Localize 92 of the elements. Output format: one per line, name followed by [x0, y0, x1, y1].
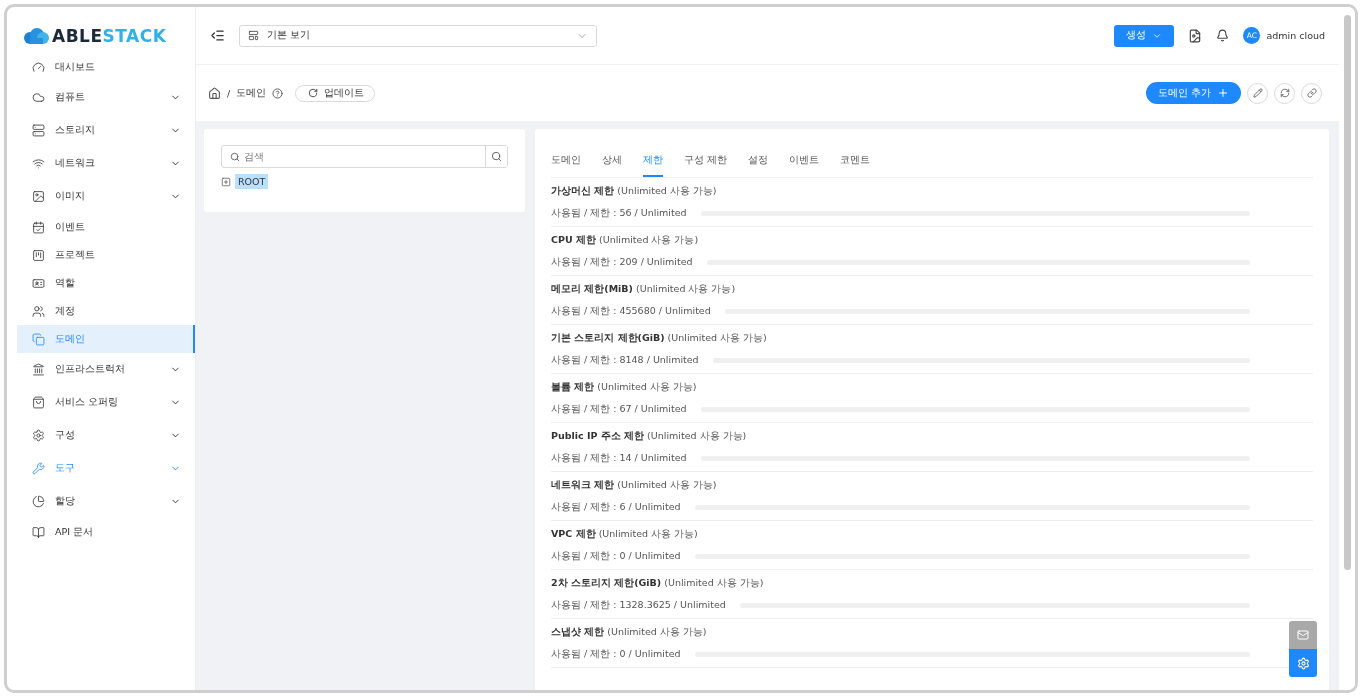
id-card-icon — [32, 276, 45, 290]
user-name[interactable]: admin cloud — [1266, 30, 1325, 41]
limit-reading: 사용됨 / 제한 : 0 / Unlimited — [551, 647, 681, 661]
bank-icon — [32, 363, 45, 376]
search-icon — [491, 151, 502, 162]
limit-title: 메모리 제한(MiB) (Unlimited 사용 가능) — [551, 282, 736, 296]
sidebar-item[interactable]: 네트워크 — [17, 147, 195, 180]
limit-title: 가상머신 제한 (Unlimited 사용 가능) — [551, 184, 717, 198]
wifi-icon — [32, 157, 45, 170]
sidebar-item[interactable]: 인프라스트럭처 — [17, 353, 195, 386]
logo-cloud-icon — [23, 28, 49, 44]
tab[interactable]: 구성 제한 — [684, 154, 728, 177]
gauge-icon — [32, 60, 45, 74]
image-file-icon[interactable] — [1188, 28, 1203, 43]
sidebar-item[interactable]: API 문서 — [17, 518, 195, 546]
cloud-icon — [32, 91, 45, 104]
settings-button[interactable] — [1289, 649, 1317, 677]
search-field[interactable]: 검색 — [244, 146, 485, 167]
sidebar-item[interactable]: 대시보드 — [17, 53, 195, 81]
tab[interactable]: 이벤트 — [789, 154, 820, 177]
limit-reading: 사용됨 / 제한 : 1328.3625 / Unlimited — [551, 598, 726, 612]
pencil-icon — [1252, 88, 1263, 98]
sidebar-item[interactable]: 스토리지 — [17, 114, 195, 147]
plus-icon — [1217, 87, 1229, 99]
link-icon — [1306, 88, 1317, 98]
sidebar-item[interactable]: 이미지 — [17, 180, 195, 213]
sidebar-item[interactable]: 서비스 오퍼링 — [17, 386, 195, 419]
logo-text: ABLE — [52, 26, 103, 46]
refresh-icon — [1279, 88, 1290, 98]
mail-button[interactable] — [1289, 621, 1317, 649]
limit-reading: 사용됨 / 제한 : 8148 / Unlimited — [551, 353, 699, 367]
scrollbar-thumb[interactable] — [1343, 15, 1351, 570]
limit-title: CPU 제한 (Unlimited 사용 가능) — [551, 233, 699, 247]
sidebar-item[interactable]: 이벤트 — [17, 213, 195, 241]
limit-reading: 사용됨 / 제한 : 0 / Unlimited — [551, 549, 681, 563]
tab[interactable]: 제한 — [643, 154, 663, 177]
search-box[interactable]: 검색 — [221, 145, 508, 168]
limit-reading: 사용됨 / 제한 : 455680 / Unlimited — [551, 304, 711, 318]
image-icon — [32, 190, 45, 203]
mail-icon — [1297, 629, 1309, 641]
limit-title: 네트워크 제한 (Unlimited 사용 가능) — [551, 478, 717, 492]
breadcrumb-current: 도메인 — [236, 86, 267, 100]
home-icon[interactable] — [208, 86, 221, 100]
limit-title: 스냅샷 제한 (Unlimited 사용 가능) — [551, 625, 707, 639]
refresh-icon — [308, 88, 319, 98]
help-icon[interactable] — [272, 87, 284, 99]
tab[interactable]: 도메인 — [551, 154, 581, 177]
sidebar-item[interactable]: 역할 — [17, 269, 195, 297]
pie-chart-icon — [32, 495, 45, 508]
server-icon — [32, 124, 45, 137]
view-select[interactable]: 기본 보기 — [239, 24, 597, 47]
search-button[interactable] — [485, 146, 507, 167]
copy-icon — [32, 332, 45, 346]
menu-icon[interactable] — [210, 28, 225, 43]
tab[interactable]: 코멘트 — [840, 154, 871, 177]
tree-node[interactable]: ROOT — [235, 174, 269, 189]
tab[interactable]: 설정 — [748, 154, 769, 177]
book-icon — [32, 525, 45, 539]
limit-reading: 사용됨 / 제한 : 67 / Unlimited — [551, 402, 687, 416]
limit-reading: 사용됨 / 제한 : 56 / Unlimited — [551, 206, 687, 220]
limit-title: 볼륨 제한 (Unlimited 사용 가능) — [551, 380, 697, 394]
limit-title: 2차 스토리지 제한(GiB) (Unlimited 사용 가능) — [551, 576, 764, 590]
layout-icon — [248, 30, 259, 41]
breadcrumb-separator: / — [227, 87, 231, 99]
limit-title: VPC 제한 (Unlimited 사용 가능) — [551, 527, 698, 541]
settings-icon — [32, 429, 45, 442]
wrench-icon — [32, 462, 45, 475]
limit-title: Public IP 주소 제한 (Unlimited 사용 가능) — [551, 429, 747, 443]
refresh-button[interactable]: 업데이트 — [295, 84, 376, 102]
limit-reading: 사용됨 / 제한 : 14 / Unlimited — [551, 451, 687, 465]
search-icon — [230, 151, 240, 162]
notification-icon[interactable] — [1216, 29, 1230, 42]
sidebar-item[interactable]: 컴퓨트 — [17, 81, 195, 114]
sidebar-item[interactable]: 프로젝트 — [17, 241, 195, 269]
board-icon — [32, 248, 45, 262]
sidebar-item[interactable]: 도구 — [17, 452, 195, 485]
users-icon — [32, 304, 45, 318]
limit-reading: 사용됨 / 제한 : 6 / Unlimited — [551, 500, 681, 514]
expand-icon[interactable] — [221, 176, 231, 187]
link-button[interactable] — [1301, 82, 1322, 104]
limit-reading: 사용됨 / 제한 : 209 / Unlimited — [551, 255, 693, 269]
sidebar-item[interactable]: 할당 — [17, 485, 195, 518]
sidebar-item[interactable]: 계정 — [17, 297, 195, 325]
sidebar-item[interactable]: 구성 — [17, 419, 195, 452]
limit-title: 기본 스토리지 제한(GiB) (Unlimited 사용 가능) — [551, 331, 767, 345]
logo-text: STACK — [102, 26, 167, 46]
edit-button[interactable] — [1247, 82, 1268, 104]
settings-icon — [1296, 656, 1310, 670]
bag-icon — [32, 396, 45, 409]
tab[interactable]: 상세 — [602, 154, 622, 177]
refresh-button[interactable] — [1274, 82, 1295, 104]
calendar-icon — [32, 220, 45, 234]
